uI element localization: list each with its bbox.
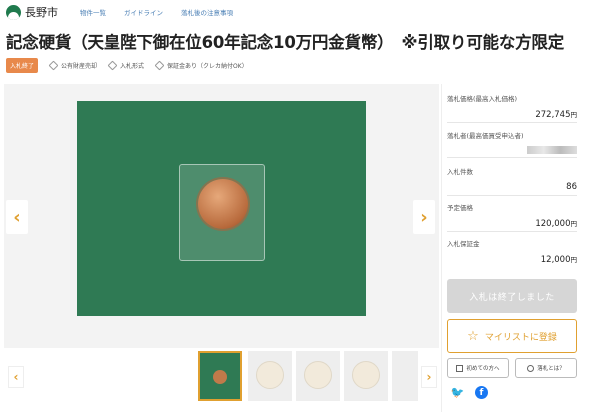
thumbnail-coin (352, 361, 380, 389)
thumbnail-coin (256, 361, 284, 389)
tag-bid-format: 入札形式 (107, 60, 145, 70)
deposit-value: 12,000円 (447, 254, 577, 265)
thumbnail-4[interactable] (344, 351, 388, 401)
estimated-price-block: 予定価格 120,000円 (447, 202, 577, 229)
thumbnail-coin (304, 361, 332, 389)
question-icon (527, 364, 535, 372)
coin-package (179, 164, 265, 261)
estimated-price-label: 予定価格 (447, 204, 473, 212)
nav-property-list[interactable]: 物件一覧 (80, 7, 106, 17)
status-badge: 入札終了 (6, 57, 39, 73)
thumbnail-coin (213, 370, 227, 384)
tag-row: 入札終了 公有財産売却 入札形式 保証金あり（クレカ納付OK） (6, 57, 248, 73)
divider (447, 122, 577, 123)
thumbnail-2[interactable] (248, 351, 292, 401)
winning-price-amount: 272,745 (535, 110, 571, 120)
winner-block: 落札者(最高価買受申込者) (447, 130, 577, 154)
yen-unit: 円 (570, 111, 578, 119)
deposit-block: 入札保証金 12,000円 (447, 238, 577, 265)
nav-guidelines[interactable]: ガイドライン (124, 7, 163, 17)
chevron-right-icon: › (426, 370, 432, 384)
star-icon: ☆ (467, 328, 479, 344)
divider (447, 195, 577, 196)
winner-redacted (527, 146, 577, 154)
page-title: 記念硬貨（天皇陛下御在位60年記念10万円金貨幣） ※引取り可能な方限定 (6, 33, 565, 52)
add-to-mylist-button[interactable]: ☆ マイリストに登録 (447, 319, 577, 353)
yen-unit: 円 (570, 220, 578, 228)
divider (447, 231, 577, 232)
what-is-award-button[interactable]: 落札とは？ (515, 358, 577, 378)
tag-label: 公有財産売却 (61, 62, 98, 70)
deposit-amount: 12,000 (540, 255, 571, 265)
site-logo[interactable]: 長野市 (6, 4, 58, 20)
main-photo[interactable] (77, 101, 366, 316)
gallery-prev-button[interactable]: ‹ (6, 200, 28, 234)
chevron-left-icon: ‹ (13, 206, 21, 228)
bid-count-label: 入札件数 (447, 168, 473, 176)
facebook-icon[interactable]: f (475, 386, 488, 399)
tag-public-property: 公有財産売却 (48, 60, 98, 70)
estimated-price-amount: 120,000 (535, 219, 571, 229)
beginner-label: 初めての方へ (466, 366, 500, 372)
tag-label: 入札形式 (120, 62, 145, 70)
thumbnail-1[interactable] (198, 351, 242, 401)
thumbnail-3[interactable] (296, 351, 340, 401)
tag-label: 保証金あり（クレカ納付OK） (167, 62, 248, 70)
yen-unit: 円 (570, 256, 578, 264)
divider (447, 157, 577, 158)
beginner-guide-button[interactable]: 初めての方へ (447, 358, 509, 378)
thumbnail-5[interactable] (392, 351, 418, 401)
gold-coin (198, 179, 248, 229)
bidding-ended-button[interactable]: 入札は終了しました (447, 279, 577, 313)
what-is-award-label: 落札とは？ (537, 366, 565, 372)
book-icon (456, 364, 464, 372)
thumbnail-prev-button[interactable]: ‹ (8, 366, 24, 388)
chevron-right-icon: › (420, 206, 428, 228)
thumbnail-next-button[interactable]: › (421, 366, 437, 388)
winning-price-value: 272,745円 (447, 109, 577, 120)
tag-deposit: 保証金あり（クレカ納付OK） (154, 60, 248, 70)
winner-label: 落札者(最高価買受申込者) (447, 132, 524, 140)
estimated-price-value: 120,000円 (447, 218, 577, 229)
tag-icon (154, 60, 165, 70)
chevron-left-icon: ‹ (13, 370, 19, 384)
mylist-label: マイリストに登録 (484, 332, 557, 343)
bid-count-block: 入札件数 86 (447, 166, 577, 192)
twitter-icon[interactable]: 🐦 (451, 386, 465, 399)
city-emblem-icon (6, 4, 21, 20)
nav-post-award-notes[interactable]: 落札後の注意事項 (181, 7, 233, 17)
bid-count-value: 86 (566, 182, 577, 192)
top-bar: 長野市 物件一覧 ガイドライン 落札後の注意事項 (0, 0, 590, 24)
tag-icon (48, 60, 59, 70)
tag-icon (107, 60, 118, 70)
gallery-next-button[interactable]: › (413, 200, 435, 234)
site-name: 長野市 (25, 6, 58, 19)
winning-price-label: 落札価格(最高入札価格) (447, 95, 518, 103)
deposit-label: 入札保証金 (447, 240, 480, 248)
winning-price-block: 落札価格(最高入札価格) 272,745円 (447, 93, 577, 120)
